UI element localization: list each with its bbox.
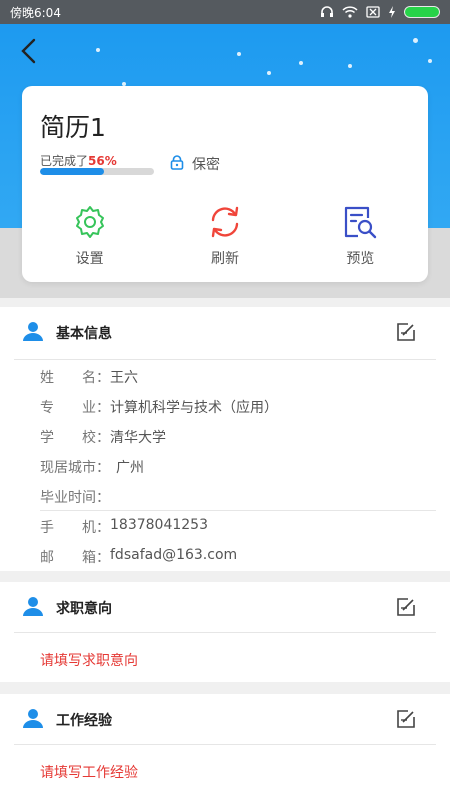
info-row-phone[interactable]: 手 机： 18378041253 xyxy=(40,517,208,537)
refresh-label: 刷新 xyxy=(210,251,239,267)
refresh-button[interactable]: 刷新 xyxy=(157,204,292,268)
divider xyxy=(14,359,436,360)
settings-label: 设置 xyxy=(75,251,104,267)
job-intent-header: 求职意向 xyxy=(0,582,450,634)
wifi-icon xyxy=(342,6,358,18)
edit-icon xyxy=(396,710,416,733)
privacy-label: 保密 xyxy=(192,157,220,173)
info-row-city[interactable]: 现居城市： 广州 xyxy=(40,457,144,477)
search-document-icon xyxy=(342,204,378,244)
edit-work-experience-button[interactable] xyxy=(396,709,416,733)
charging-icon xyxy=(388,6,396,18)
work-experience-section: 工作经验 请填写工作经验 xyxy=(0,694,450,800)
preview-button[interactable]: 预览 xyxy=(293,204,428,268)
gear-icon xyxy=(72,204,108,244)
resume-card: 简历1 已完成了56% 保密 设置 刷新 预览 xyxy=(22,86,428,282)
job-intent-title: 求职意向 xyxy=(56,601,112,617)
resume-actions: 设置 刷新 预览 xyxy=(22,204,428,268)
job-intent-section: 求职意向 请填写求职意向 xyxy=(0,582,450,682)
info-row-name[interactable]: 姓 名： 王六 xyxy=(40,367,138,387)
edit-icon xyxy=(396,598,416,621)
edit-basic-info-button[interactable] xyxy=(396,322,416,346)
divider xyxy=(40,510,436,511)
edit-job-intent-button[interactable] xyxy=(396,597,416,621)
resume-title: 简历1 xyxy=(40,113,106,142)
progress-bar xyxy=(40,168,154,175)
divider xyxy=(14,744,436,745)
info-row-email[interactable]: 邮 箱： fdsafad@163.com xyxy=(40,547,237,567)
work-experience-title: 工作经验 xyxy=(56,713,112,729)
settings-button[interactable]: 设置 xyxy=(22,204,157,268)
refresh-icon xyxy=(207,204,243,244)
snowflake-decoration xyxy=(428,59,432,63)
user-icon xyxy=(22,321,44,345)
headphones-icon xyxy=(320,6,334,18)
basic-info-title: 基本信息 xyxy=(56,326,112,342)
work-experience-header: 工作经验 xyxy=(0,694,450,746)
snowflake-decoration xyxy=(413,38,418,43)
status-time: 傍晚6:04 xyxy=(10,5,61,20)
privacy-toggle[interactable]: 保密 xyxy=(170,154,220,174)
battery-icon xyxy=(404,6,440,18)
info-row-major[interactable]: 专 业： 计算机科学与技术（应用） xyxy=(40,397,278,417)
edit-icon xyxy=(396,323,416,346)
snowflake-decoration xyxy=(96,48,100,52)
info-row-school[interactable]: 学 校： 清华大学 xyxy=(40,427,166,447)
job-intent-hint[interactable]: 请填写求职意向 xyxy=(40,650,138,670)
user-icon xyxy=(22,708,44,732)
info-row-graduation[interactable]: 毕业时间： xyxy=(40,487,110,507)
work-experience-hint[interactable]: 请填写工作经验 xyxy=(40,762,138,782)
lock-icon xyxy=(170,154,184,174)
basic-info-section: 基本信息 姓 名： 王六 专 业： 计算机科学与技术（应用） 学 校： 清华大学 现居… xyxy=(0,307,450,571)
snowflake-decoration xyxy=(299,61,303,65)
chevron-left-icon xyxy=(20,38,38,68)
progress-percent: 56% xyxy=(88,154,117,168)
no-sim-icon xyxy=(366,6,380,18)
back-button[interactable] xyxy=(14,38,44,68)
snowflake-decoration xyxy=(267,71,271,75)
status-bar: 傍晚6:04 xyxy=(0,0,450,24)
basic-info-header: 基本信息 xyxy=(0,307,450,359)
snowflake-decoration xyxy=(237,52,241,56)
snowflake-decoration xyxy=(348,64,352,68)
user-icon xyxy=(22,596,44,620)
preview-label: 预览 xyxy=(346,251,375,267)
progress-bar-fill xyxy=(40,168,104,175)
progress-label: 已完成了56% xyxy=(40,154,117,168)
divider xyxy=(14,632,436,633)
status-icons xyxy=(320,6,440,18)
